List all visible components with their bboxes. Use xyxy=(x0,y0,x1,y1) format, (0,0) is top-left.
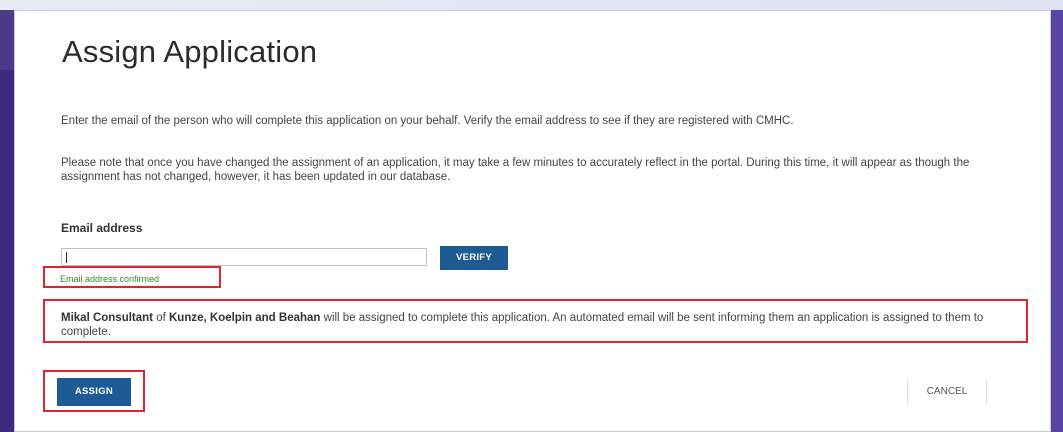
email-confirmed-text: Email address confirmed xyxy=(60,274,160,284)
assign-application-dialog: Assign Application Enter the email of th… xyxy=(14,10,1051,432)
assignee-name: Mikal Consultant xyxy=(61,312,154,324)
assignment-note-paragraph: Please note that once you have changed t… xyxy=(61,157,970,183)
text-caret xyxy=(66,252,67,263)
dialog-title: Assign Application xyxy=(62,34,318,69)
email-label: Email address xyxy=(61,221,143,235)
backdrop-right xyxy=(1051,10,1063,432)
backdrop-top xyxy=(0,0,1063,10)
backdrop-left xyxy=(0,70,14,432)
verify-button[interactable]: VERIFY xyxy=(440,246,508,270)
assign-message: Mikal Consultant of Kunze, Koelpin and B… xyxy=(61,311,1011,339)
assign-button[interactable]: ASSIGN xyxy=(57,378,131,406)
of-word: of xyxy=(153,312,169,324)
instructions-paragraph: Enter the email of the person who will c… xyxy=(61,115,794,127)
assignee-organization: Kunze, Koelpin and Beahan xyxy=(169,312,321,324)
email-field[interactable] xyxy=(61,248,427,266)
cancel-button[interactable]: CANCEL xyxy=(907,380,987,404)
